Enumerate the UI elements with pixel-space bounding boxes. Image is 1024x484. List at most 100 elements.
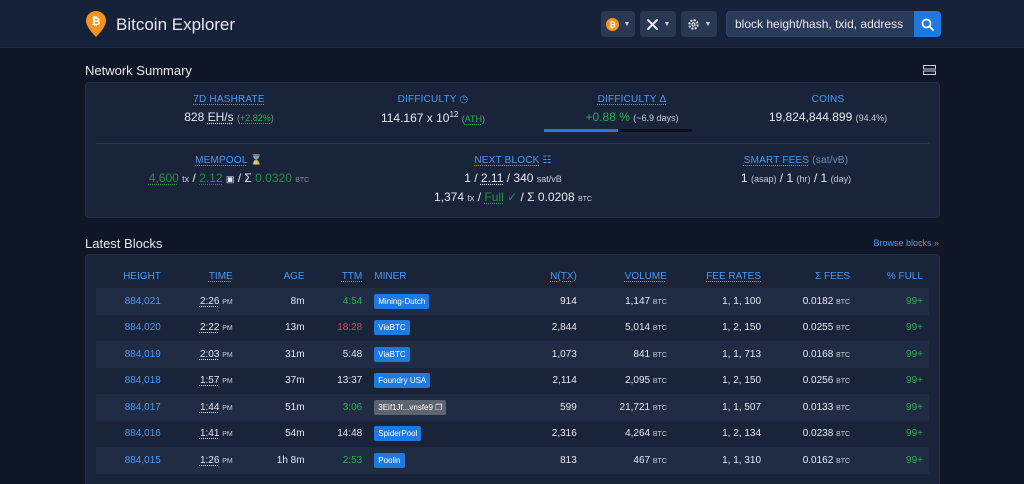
bitcoin-icon[interactable]: ₿ — [86, 11, 106, 37]
block-miner: Foundry USA — [368, 368, 500, 395]
col-volume: VOLUME — [583, 264, 673, 288]
currency-dropdown[interactable]: ₿ ▼ — [601, 11, 635, 37]
metric-hashrate: 7D HASHRATE 828 EH/s (+2.82%) — [124, 94, 334, 124]
next-block-status[interactable]: Full — [484, 190, 503, 204]
table-header-row: HEIGHT TIME AGE TTM MINER N(TX) VOLUME F… — [96, 264, 929, 288]
block-miner: ViaBTC — [368, 315, 500, 342]
block-height[interactable]: 884,018 — [96, 368, 167, 395]
block-time: 1:41 PM — [167, 421, 239, 448]
difficulty-progress-bar — [544, 129, 692, 132]
search-input[interactable] — [726, 11, 914, 37]
coins-pct: (94.4%) — [856, 113, 888, 123]
block-fee-rates: 1, 1, 100 — [673, 288, 767, 315]
chevron-down-icon: ▼ — [624, 21, 631, 28]
search-button[interactable] — [914, 11, 941, 37]
metric-smart-fees: SMART FEES (sat/vB) 1 (asap) / 1 (hr) / … — [696, 155, 896, 185]
miner-badge[interactable]: SpiderPool — [374, 426, 421, 441]
block-volume: 5,014 BTC — [583, 315, 673, 342]
block-age: 37m — [239, 368, 311, 395]
miner-badge[interactable]: ViaBTC — [374, 347, 409, 362]
mempool-size[interactable]: 2.12 — [199, 171, 222, 185]
hashrate-unit[interactable]: EH/s — [208, 110, 234, 124]
bitcoin-icon: ₿ — [606, 18, 619, 31]
tools-dropdown[interactable]: ▼ — [640, 11, 676, 37]
section-title-network-summary: Network Summary — [85, 63, 192, 78]
hashrate-value: 828 — [184, 110, 204, 124]
block-ntx: 914 — [500, 288, 583, 315]
miner-badge[interactable]: Mining-Dutch — [374, 294, 429, 309]
block-height[interactable]: 884,020 — [96, 315, 167, 342]
table-row[interactable]: 884,017 1:44 PM 51m 3:06 3Eif1Jf...vnsfe9 ❐ 5… — [96, 394, 929, 421]
difficulty-note[interactable]: ATH — [465, 114, 482, 124]
metric-label[interactable]: MEMPOOL — [195, 155, 247, 166]
blocks-table: HEIGHT TIME AGE TTM MINER N(TX) VOLUME F… — [96, 264, 929, 474]
clock-icon: ◷ — [459, 94, 468, 105]
block-ttm: 18:28 — [311, 315, 369, 342]
block-fees: 0.0255 BTC — [767, 315, 856, 342]
block-height[interactable]: 884,016 — [96, 421, 167, 448]
table-row[interactable]: 884,015 1:26 PM 1h 8m 2:53 Poolin 813 467 BTC 1… — [96, 447, 929, 474]
col-miner: MINER — [368, 264, 500, 288]
block-ntx: 2,316 — [500, 421, 583, 448]
svg-text:₿: ₿ — [92, 16, 101, 28]
table-row[interactable]: 884,021 2:26 PM 8m 4:54 Mining-Dutch 914 1,147… — [96, 288, 929, 315]
hourglass-icon: ⌛ — [250, 155, 263, 166]
browse-blocks-link[interactable]: Browse blocks » — [873, 238, 939, 248]
block-fees: 0.0238 BTC — [767, 421, 856, 448]
miner-badge[interactable]: ViaBTC — [374, 320, 409, 335]
miner-badge[interactable]: 3Eif1Jf...vnsfe9 ❐ — [374, 400, 446, 415]
table-row[interactable]: 884,018 1:57 PM 37m 13:37 Foundry USA 2,114 2,… — [96, 368, 929, 395]
block-miner: Poolin — [368, 447, 500, 474]
miner-badge[interactable]: Poolin — [374, 453, 404, 468]
block-ntx: 2,844 — [500, 315, 583, 342]
next-block-median-fee[interactable]: 2.11 — [481, 171, 503, 185]
block-full: 99+ — [856, 315, 929, 342]
tx-unit: tx — [182, 174, 189, 184]
block-fees: 0.0133 BTC — [767, 394, 856, 421]
block-fee-rates: 1, 1, 507 — [673, 394, 767, 421]
table-row[interactable]: 884,020 2:22 PM 13m 18:28 ViaBTC 2,844 5,014 B… — [96, 315, 929, 342]
metric-label[interactable]: NEXT BLOCK — [474, 155, 539, 166]
difficulty-value: 114.167 x 10 — [381, 111, 450, 125]
settings-dropdown[interactable]: ▼ — [681, 11, 717, 37]
block-fees: 0.0168 BTC — [767, 341, 856, 368]
mempool-fees: 0.0320 — [255, 171, 292, 185]
copy-icon: ❐ — [435, 403, 442, 412]
col-ntx: N(TX) — [500, 264, 583, 288]
miner-badge[interactable]: Foundry USA — [374, 373, 430, 388]
list-toggle-icon[interactable] — [923, 65, 936, 75]
block-volume: 1,147 BTC — [583, 288, 673, 315]
block-time: 1:26 PM — [167, 447, 239, 474]
metric-mempool: MEMPOOL ⌛ 4,600 tx / 2.12 ▣ / Σ 0.0320 B… — [124, 155, 334, 185]
block-height[interactable]: 884,015 — [96, 447, 167, 474]
metric-label[interactable]: 7D HASHRATE — [124, 94, 334, 105]
table-row[interactable]: 884,016 1:41 PM 54m 14:48 SpiderPool 2,316 4,2… — [96, 421, 929, 448]
top-navbar: ₿ Bitcoin Explorer ₿ ▼ ▼ ▼ — [0, 0, 1024, 48]
metric-label: DIFFICULTY — [398, 94, 457, 105]
difficulty-exponent: 12 — [449, 110, 458, 119]
block-height[interactable]: 884,017 — [96, 394, 167, 421]
block-ttm: 4:54 — [311, 288, 369, 315]
col-ttm: TTM — [311, 264, 369, 288]
col-age: AGE — [239, 264, 311, 288]
section-title-latest-blocks: Latest Blocks — [85, 236, 162, 251]
block-age: 31m — [239, 341, 311, 368]
mempool-tx-count[interactable]: 4,600 — [149, 171, 179, 185]
divider — [96, 143, 929, 144]
smart-fee-asap: 1 — [741, 171, 748, 185]
block-height[interactable]: 884,021 — [96, 288, 167, 315]
block-ntx: 2,114 — [500, 368, 583, 395]
metric-label[interactable]: SMART FEES — [744, 155, 810, 166]
table-row[interactable]: 884,019 2:03 PM 31m 5:48 ViaBTC 1,073 841 BTC 1… — [96, 341, 929, 368]
block-age: 8m — [239, 288, 311, 315]
metric-difficulty-delta: DIFFICULTY Δ +0.88 % (~6.9 days) — [532, 94, 732, 124]
fee-unit: sat/vB — [537, 174, 562, 184]
metric-label[interactable]: DIFFICULTY Δ — [532, 94, 732, 105]
settings-icon — [687, 18, 700, 31]
hashrate-change: +2.82% — [240, 113, 271, 123]
train-icon: ☷ — [542, 155, 551, 166]
block-age: 54m — [239, 421, 311, 448]
block-height[interactable]: 884,019 — [96, 341, 167, 368]
site-brand[interactable]: Bitcoin Explorer — [116, 15, 235, 35]
coins-value: 19,824,844.899 — [769, 110, 852, 124]
